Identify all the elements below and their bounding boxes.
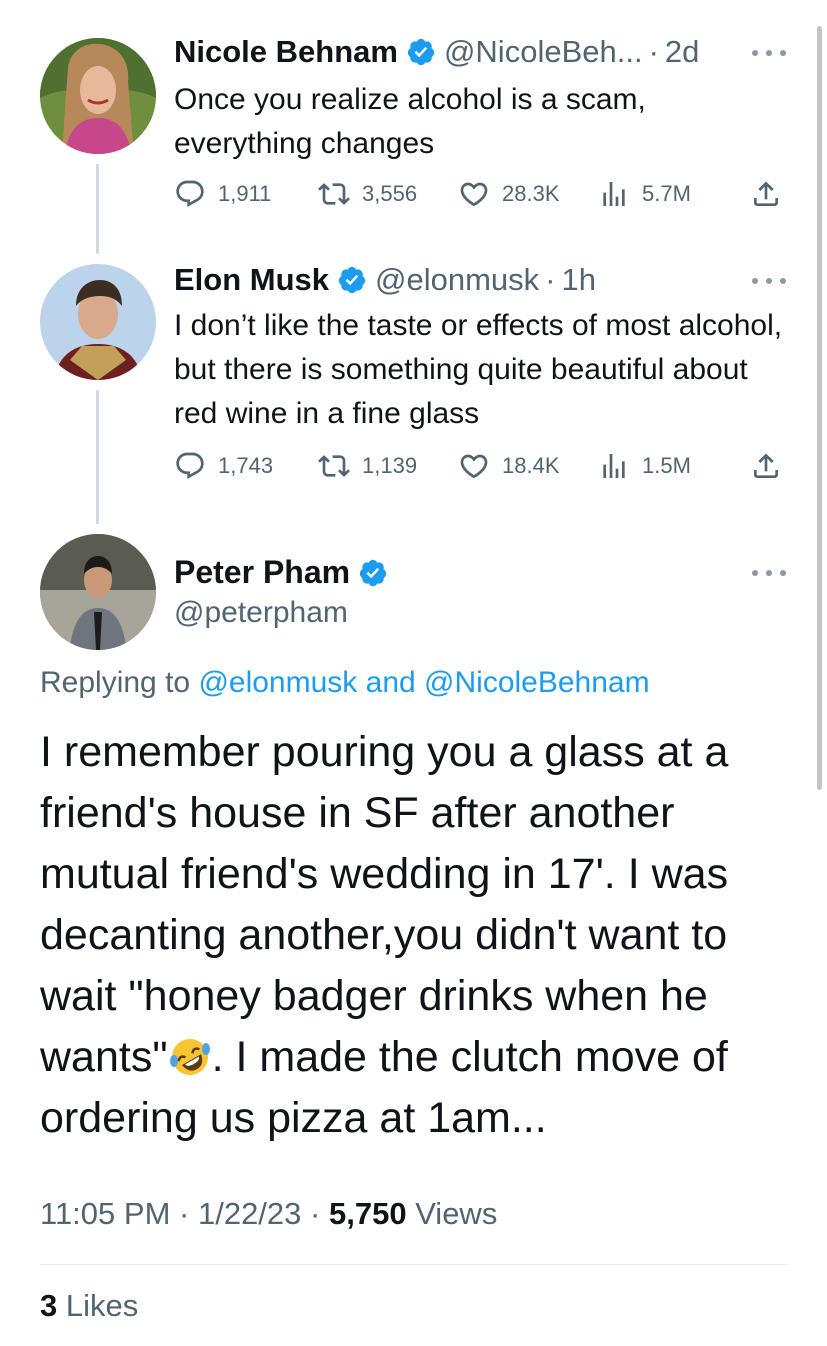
views-count: 1.5M [642,453,691,478]
likes-label: Likes [65,1288,139,1323]
author-name[interactable]: Nicole Behnam [174,34,398,70]
author-name[interactable]: Elon Musk [174,262,329,298]
tweet-actions: 1,911 3,556 28.3K 5.7M [174,176,789,212]
author-handle[interactable]: @peterpham [174,596,348,630]
reply-count: 1,911 [218,181,272,206]
thread-line [96,164,99,254]
reply-button[interactable]: 1,743 [174,448,273,484]
views-icon [603,454,625,478]
rolling-on-the-floor-laughing-icon [169,1039,210,1075]
like-button[interactable]: 28.3K [458,176,560,212]
main-tweet-text: I remember pouring you a glass at a frie… [40,722,800,1149]
tweet-date[interactable]: 1/22/23 [198,1196,301,1231]
verified-badge-icon [407,38,435,66]
avatar[interactable] [40,534,156,650]
views-count: 5.7M [642,181,691,206]
more-icon[interactable] [752,48,786,58]
verified-badge-icon [359,559,387,586]
avatar[interactable] [40,264,156,380]
like-count: 28.3K [502,181,560,206]
tweet-time[interactable]: 1h [562,262,596,298]
share-icon [754,453,778,478]
separator: · [310,1196,321,1231]
retweet-count: 1,139 [362,453,418,478]
replying-and: and [365,666,416,699]
author-name[interactable]: Peter Pham [174,554,350,591]
verified-badge-icon [338,266,366,294]
scrollbar[interactable] [817,26,822,790]
more-icon[interactable] [752,568,786,578]
reply-count: 1,743 [218,453,274,478]
share-icon [754,181,778,206]
replying-to: Replying to @elonmusk and @NicoleBehnam [40,666,650,700]
like-icon [460,454,488,479]
share-button[interactable] [750,448,794,484]
replying-prefix: Replying to [40,666,191,699]
tweet-header: Nicole Behnam @NicoleBeh... · 2d [174,34,699,70]
separator: · [179,1196,190,1231]
main-text-part1: I remember pouring you a glass at a frie… [40,728,729,1081]
retweet-count: 3,556 [362,181,418,206]
tweet-text: I don’t like the taste or effects of mos… [174,309,783,430]
separator: · [648,34,659,69]
retweet-icon [318,455,350,477]
tweet-time[interactable]: 2d [665,34,699,70]
views-button[interactable]: 5.7M [598,176,691,212]
reply-button[interactable]: 1,911 [174,176,271,212]
retweet-button[interactable]: 1,139 [318,448,417,484]
thread-line [96,390,99,524]
author-handle[interactable]: @NicoleBeh... [444,34,643,70]
share-button[interactable] [750,176,794,212]
views-icon [603,182,625,206]
tweet-meta: 11:05 PM · 1/22/23 · 5,750 Views [40,1196,497,1232]
more-icon[interactable] [752,276,786,286]
reply-icon [176,452,204,479]
separator: · [545,262,556,297]
mention-link[interactable]: @elonmusk [198,666,357,699]
avatar[interactable] [40,38,156,154]
likes-total: 3 [40,1288,58,1323]
like-button[interactable]: 18.4K [458,448,560,484]
main-author: Peter Pham [174,554,396,591]
tweet-time[interactable]: 11:05 PM [40,1196,170,1231]
like-count: 18.4K [502,453,560,478]
views-label: Views [415,1196,498,1231]
tweet-header: Elon Musk @elonmusk · 1h [174,262,596,298]
like-icon [460,182,488,207]
retweet-icon [318,183,350,205]
views-button[interactable]: 1.5M [598,448,691,484]
reply-icon [176,180,204,207]
likes-summary[interactable]: 3 Likes [40,1288,138,1324]
views-total: 5,750 [328,1196,407,1231]
tweet-actions: 1,743 1,139 18.4K 1.5M [174,448,789,484]
tweet-text: Once you realize alcohol is a scam, ever… [174,83,646,160]
author-handle[interactable]: @elonmusk [375,262,539,298]
retweet-button[interactable]: 3,556 [318,176,417,212]
divider [40,1264,788,1265]
mention-link[interactable]: @NicoleBehnam [424,666,650,699]
